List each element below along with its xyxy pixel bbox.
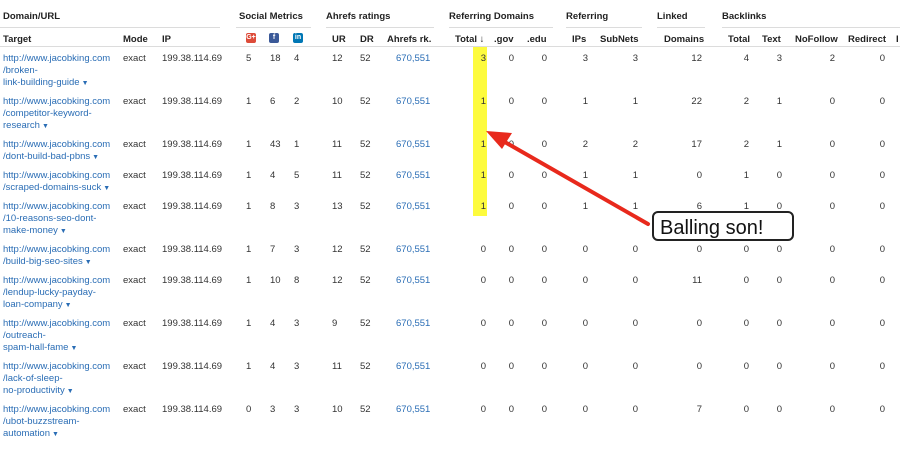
annotation-callout: Balling son! (652, 211, 794, 241)
